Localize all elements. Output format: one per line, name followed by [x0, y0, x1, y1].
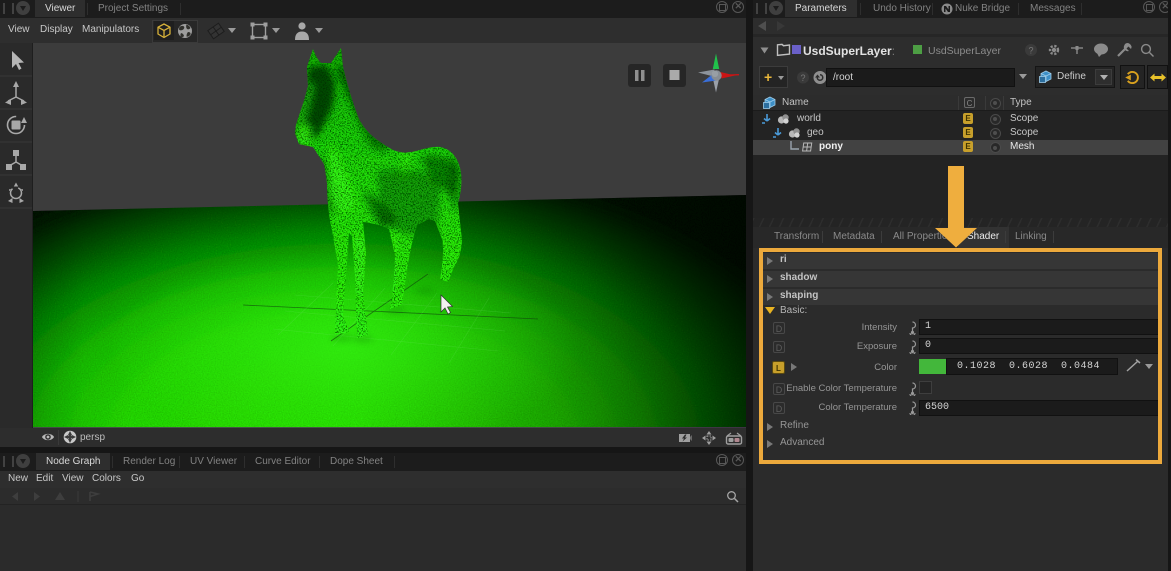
svg-text:?: ? — [800, 73, 805, 83]
svg-text:?: ? — [1028, 46, 1033, 56]
